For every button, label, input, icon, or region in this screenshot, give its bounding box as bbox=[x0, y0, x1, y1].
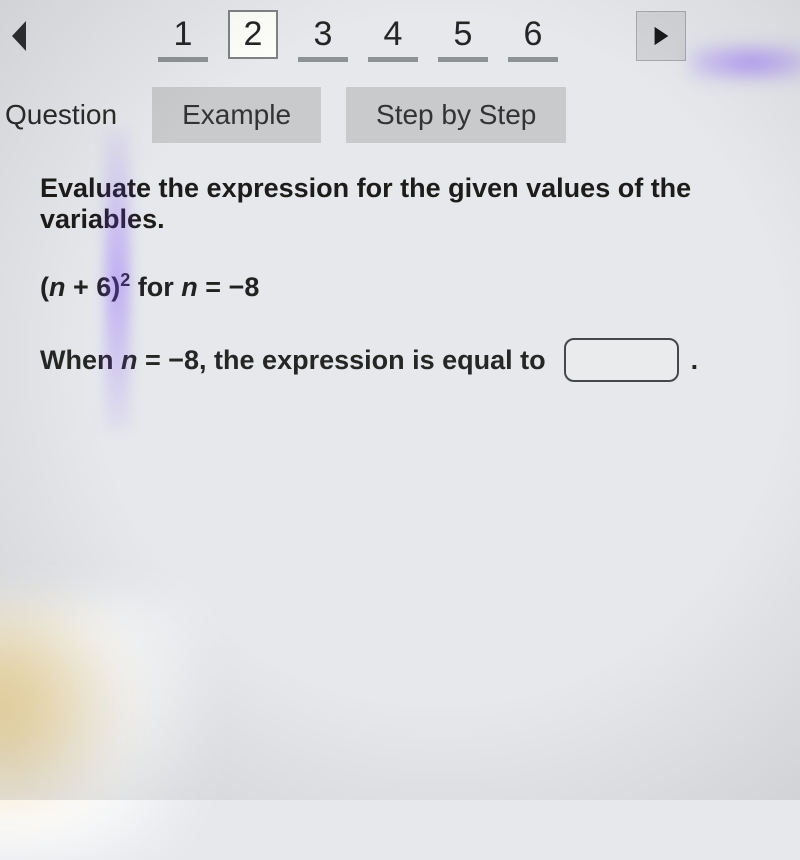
answer-when: When bbox=[40, 345, 121, 375]
prev-arrow-button[interactable] bbox=[0, 14, 40, 59]
chevron-left-icon bbox=[8, 21, 32, 51]
chevron-right-icon bbox=[650, 24, 672, 48]
answer-input[interactable] bbox=[564, 338, 679, 382]
expr-plus6: + 6) bbox=[66, 272, 121, 302]
mode-tabs: Question Example Step by Step bbox=[0, 67, 800, 163]
question-content: Evaluate the expression for the given va… bbox=[0, 163, 800, 412]
expr-lparen: ( bbox=[40, 272, 49, 302]
expr-variable-n-2: n bbox=[181, 272, 198, 302]
page-num-5[interactable]: 5 bbox=[438, 10, 488, 62]
page-num-3[interactable]: 3 bbox=[298, 10, 348, 62]
page-num-2[interactable]: 2 bbox=[228, 10, 278, 59]
expr-variable-n-1: n bbox=[49, 272, 66, 302]
question-prompt: Evaluate the expression for the given va… bbox=[40, 173, 770, 235]
tab-question[interactable]: Question bbox=[0, 94, 127, 136]
answer-line: When n = −8, the expression is equal to … bbox=[40, 338, 770, 382]
page-number-list: 1 2 3 4 5 6 bbox=[158, 10, 558, 62]
expr-for: for bbox=[130, 272, 181, 302]
page-num-1[interactable]: 1 bbox=[158, 10, 208, 62]
next-arrow-button[interactable] bbox=[636, 11, 686, 61]
expr-value: = −8 bbox=[198, 272, 260, 302]
page-num-4[interactable]: 4 bbox=[368, 10, 418, 62]
tab-example[interactable]: Example bbox=[152, 87, 321, 143]
expr-exponent: 2 bbox=[120, 270, 130, 290]
lens-blob-artifact bbox=[0, 600, 200, 860]
page-num-6[interactable]: 6 bbox=[508, 10, 558, 62]
answer-mid: = −8, the expression is equal to bbox=[138, 345, 546, 375]
answer-variable-n: n bbox=[121, 345, 138, 375]
tab-step-by-step[interactable]: Step by Step bbox=[346, 87, 566, 143]
answer-period: . bbox=[691, 345, 699, 376]
expression-line: (n + 6)2 for n = −8 bbox=[40, 270, 770, 303]
pagination-bar: 1 2 3 4 5 6 bbox=[0, 0, 800, 67]
